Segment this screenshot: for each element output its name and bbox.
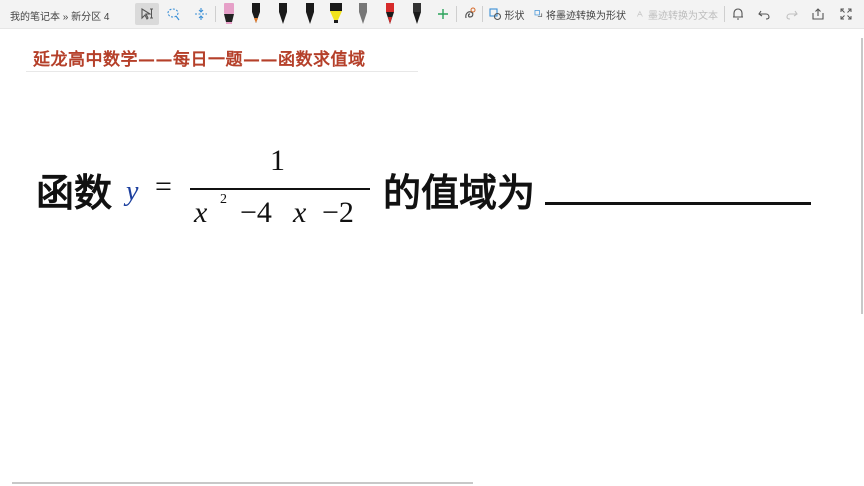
add-space-icon (195, 8, 207, 20)
expand-icon (840, 8, 852, 20)
pen-5-button[interactable] (328, 1, 344, 27)
pen-icon (252, 3, 260, 23)
pen-7-button[interactable] (382, 1, 398, 27)
pen-8-button[interactable] (409, 1, 425, 27)
add-pen-button[interactable] (433, 3, 453, 25)
lasso-select-button[interactable] (135, 3, 159, 25)
shapes-icon (488, 8, 501, 21)
undo-icon (758, 10, 770, 20)
toolbar-divider (456, 6, 457, 22)
plus-icon (438, 9, 448, 19)
ink-to-shape-label: 将墨迹转换为形状 (546, 10, 626, 22)
problem-suffix: 的值域为 (383, 171, 536, 215)
pen-4-button[interactable] (302, 1, 318, 27)
lasso-select-icon (141, 8, 153, 20)
vertical-scrollbar[interactable] (861, 38, 863, 314)
lasso-icon (167, 8, 180, 21)
answer-blank (545, 202, 811, 205)
add-space-button[interactable] (190, 3, 212, 25)
undo-button[interactable] (754, 3, 774, 25)
pen-color-swatch (224, 3, 234, 14)
ink-to-text-button: 墨迹转换为文本 (636, 3, 718, 25)
title-underline (26, 71, 418, 72)
share-button[interactable] (808, 3, 828, 25)
notifications-button[interactable] (728, 3, 748, 25)
fullscreen-button[interactable] (836, 3, 856, 25)
highlighter-pen-icon (224, 3, 234, 24)
horizontal-scrollbar[interactable] (12, 482, 473, 484)
pen-icon (413, 3, 421, 24)
ink-replay-button[interactable] (460, 3, 480, 25)
breadcrumb[interactable]: 我的笔记本 » 新分区 4 (10, 8, 109, 23)
toolbar-divider (482, 6, 483, 22)
ink-to-shape-icon (534, 10, 543, 17)
shapes-label: 形状 (504, 10, 525, 22)
fraction-bar (190, 188, 370, 190)
denominator-middle: −4 (240, 196, 272, 229)
toolbar-divider (724, 6, 725, 22)
shapes-button[interactable]: 形状 (486, 3, 526, 25)
redo-icon (786, 10, 798, 20)
pen-icon (306, 3, 314, 24)
bell-icon (733, 8, 743, 20)
math-equals: = (155, 170, 172, 203)
problem-prefix: 函数 (36, 171, 113, 215)
pen-1-button[interactable] (221, 1, 237, 27)
highlighter-icon (330, 3, 342, 23)
pen-6-button[interactable] (355, 1, 371, 27)
ink-to-text-label: 墨迹转换为文本 (648, 10, 718, 22)
math-y: y (126, 176, 139, 207)
denominator-exponent: 2 (220, 192, 227, 207)
denominator-x: x (194, 196, 208, 229)
redo-button (782, 3, 802, 25)
ink-to-text-icon (636, 10, 643, 17)
denominator-x2: x (293, 196, 307, 229)
note-title[interactable]: 延龙高中数学——每日一题——函数求值域 (33, 45, 366, 70)
ribbon-toolbar: 我的笔记本 » 新分区 4 形状 将墨迹转换为形状 墨迹转换为文本 (0, 0, 864, 29)
ink-to-shape-button[interactable]: 将墨迹转换为形状 (534, 3, 626, 25)
ink-replay-icon (465, 7, 476, 19)
pen-2-button[interactable] (248, 1, 264, 27)
pencil-icon (359, 3, 367, 24)
pen-3-button[interactable] (275, 1, 291, 27)
denominator-tail: −2 (322, 196, 354, 229)
pen-icon (279, 3, 287, 24)
pen-icon (386, 3, 394, 24)
toolbar-divider (215, 6, 216, 22)
fraction-numerator: 1 (270, 144, 285, 177)
share-icon (812, 8, 824, 20)
lasso-add-button[interactable] (163, 3, 185, 25)
